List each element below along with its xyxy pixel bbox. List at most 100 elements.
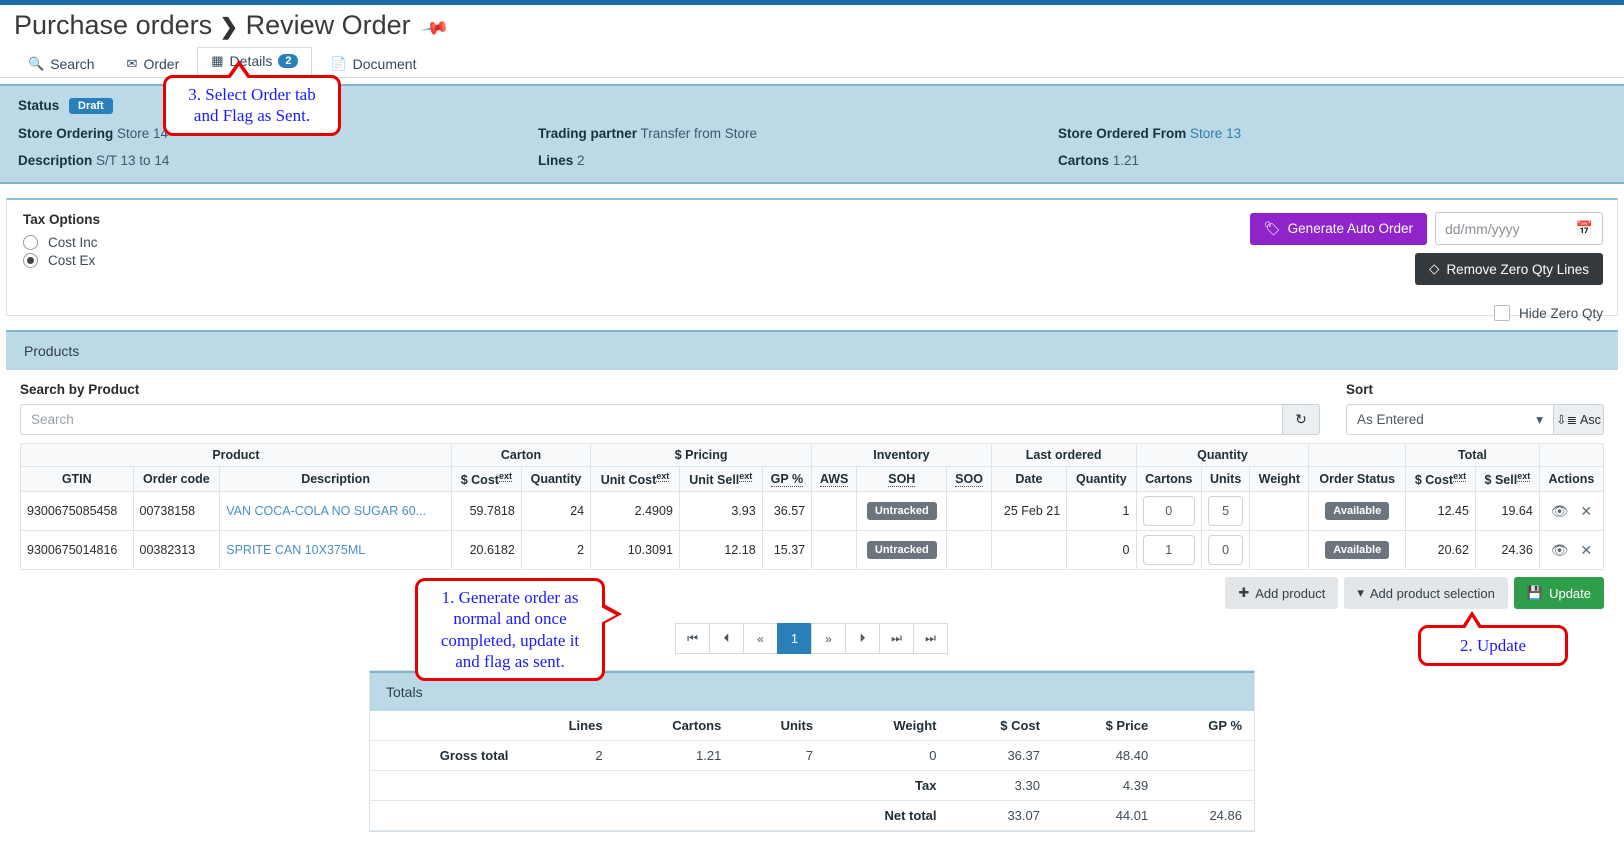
callout-2: 2. Update <box>1418 611 1568 667</box>
col-order-code-label: Order code <box>143 472 210 487</box>
radio-cost-inc-input[interactable] <box>23 235 38 250</box>
totals-gross-units: 7 <box>733 740 826 772</box>
cell-total-cost-ext: 12.45 <box>1405 491 1476 532</box>
products-panel-body: Search by Product Search ↻ Sort As Enter… <box>6 370 1618 655</box>
group-header-pricing: $ Pricing <box>590 443 813 467</box>
refresh-icon[interactable]: ↻ <box>1282 404 1320 435</box>
eye-icon[interactable]: 👁 <box>1551 542 1569 559</box>
update-label: Update <box>1549 585 1591 601</box>
pager-next-page[interactable]: ⏵ <box>845 623 880 655</box>
totals-tax-label <box>370 770 521 802</box>
tab-document[interactable]: 📄 Document <box>316 50 430 78</box>
cell-qty-cartons[interactable]: 1 <box>1135 530 1203 571</box>
tab-search[interactable]: 🔍 Search <box>14 50 109 78</box>
auto-order-date-input[interactable]: dd/mm/yyyy 📅 <box>1435 212 1603 245</box>
update-button[interactable]: 💾 Update <box>1513 577 1604 610</box>
totals-col-cartons: Cartons <box>614 711 734 742</box>
col-qty-units[interactable]: Units <box>1201 465 1251 493</box>
totals-tax-cost: 3.30 <box>948 770 1052 802</box>
col-weight[interactable]: Weight <box>1249 465 1310 493</box>
cell-qty-units[interactable]: 5 <box>1201 491 1251 532</box>
sort-direction-button[interactable]: ⇩≣ Asc <box>1554 404 1604 435</box>
cell-carton-quantity: 24 <box>520 491 592 532</box>
cell-description[interactable]: SPRITE CAN 10X375ML <box>219 530 452 571</box>
store-ordered-from-label: Store Ordered From <box>1058 126 1187 141</box>
callout-3-text: 3. Select Order tab and Flag as Sent. <box>188 85 316 126</box>
totals-col-cost: $ Cost <box>948 711 1052 742</box>
qty-cartons-input[interactable]: 1 <box>1142 535 1196 566</box>
cell-qty-cartons[interactable]: 0 <box>1135 491 1203 532</box>
pager-prev[interactable]: « <box>743 623 778 655</box>
table-row[interactable]: 9300675014816 00382313 SPRITE CAN 10X375… <box>20 530 1605 571</box>
cell-soo <box>946 491 992 532</box>
tax-options-panel: Tax Options Cost Inc Cost Ex 🏷 Generate … <box>6 198 1618 321</box>
col-unit-cost-ext[interactable]: Unit Costext <box>590 465 680 493</box>
radio-cost-ex-input[interactable] <box>23 253 38 268</box>
table-row[interactable]: 9300675085458 00738158 VAN COCA-COLA NO … <box>20 491 1605 532</box>
trading-partner-field: Trading partner Transfer from Store <box>538 126 1058 141</box>
generate-auto-order-button[interactable]: 🏷 Generate Auto Order <box>1249 212 1427 245</box>
qty-units-input[interactable]: 5 <box>1208 496 1244 527</box>
breadcrumb-parent[interactable]: Purchase orders <box>14 10 212 40</box>
tab-document-label: Document <box>352 56 417 72</box>
col-last-date[interactable]: Date <box>990 465 1068 493</box>
product-search-input[interactable]: Search <box>20 404 1282 435</box>
callout-1-text: 1. Generate order as normal and once com… <box>440 588 580 671</box>
pager-first[interactable]: ⏮ <box>675 623 710 655</box>
pager-next[interactable]: » <box>811 623 846 655</box>
hide-zero-qty-checkbox[interactable] <box>1493 305 1510 321</box>
col-aws[interactable]: AWS <box>811 465 858 493</box>
col-total-sell-ext[interactable]: $ Sellext <box>1474 465 1540 493</box>
store-ordered-from-value[interactable]: Store 13 <box>1190 126 1241 141</box>
qty-cartons-input[interactable]: 0 <box>1142 496 1196 527</box>
col-qty-units-label: Units <box>1210 472 1242 487</box>
cell-aws <box>811 491 858 532</box>
product-link[interactable]: VAN COCA-COLA NO SUGAR 60... <box>226 504 426 518</box>
col-gtin-label: GTIN <box>61 472 92 487</box>
cell-aws <box>811 530 858 571</box>
pager-page-1[interactable]: 1 <box>777 623 812 655</box>
col-soo[interactable]: SOO <box>946 465 992 493</box>
col-carton-quantity[interactable]: Quantity <box>520 465 592 493</box>
col-unit-sell-ext[interactable]: Unit Sellext <box>678 465 763 493</box>
tag-icon: 🏷 <box>1263 220 1281 236</box>
pager-last[interactable]: ⏭ <box>879 623 914 655</box>
pin-icon[interactable]: 📌 <box>416 7 455 49</box>
cell-soo <box>946 530 992 571</box>
pager-very-last[interactable]: ⏭ <box>913 623 948 655</box>
tab-order[interactable]: ✉ Order <box>113 50 194 78</box>
col-gp-pct[interactable]: GP % <box>761 465 813 493</box>
col-soh[interactable]: SOH <box>856 465 948 493</box>
col-last-quantity[interactable]: Quantity <box>1066 465 1137 493</box>
col-cost-ext[interactable]: $ Costext <box>450 465 522 493</box>
cell-description[interactable]: VAN COCA-COLA NO SUGAR 60... <box>219 491 452 532</box>
eye-icon[interactable]: 👁 <box>1551 503 1569 520</box>
cell-unit-sell-ext: 3.93 <box>678 491 763 532</box>
product-link[interactable]: SPRITE CAN 10X375ML <box>226 543 365 557</box>
totals-row-tax: Tax 3.30 4.39 <box>370 770 1254 802</box>
calendar-icon[interactable]: 📅 <box>1576 220 1593 237</box>
callout-2-text: 2. Update <box>1459 636 1527 655</box>
add-product-selection-button[interactable]: ▾ Add product selection <box>1344 577 1508 610</box>
callout-1-tail-inner <box>601 607 616 623</box>
col-description[interactable]: Description <box>219 465 452 493</box>
remove-zero-qty-lines-button[interactable]: ◇ Remove Zero Qty Lines <box>1415 253 1603 285</box>
cell-qty-units[interactable]: 0 <box>1201 530 1251 571</box>
totals-net-weight: Net total <box>825 800 949 832</box>
col-order-code[interactable]: Order code <box>132 465 221 493</box>
pager-prev-page[interactable]: ⏴ <box>709 623 744 655</box>
totals-gross-lines: 2 <box>520 740 615 772</box>
close-icon[interactable]: ✕ <box>1580 503 1592 520</box>
qty-units-input[interactable]: 0 <box>1208 535 1244 566</box>
sort-select[interactable]: As Entered ▾ <box>1346 404 1554 435</box>
add-product-button[interactable]: ✚ Add product <box>1225 577 1339 610</box>
col-order-status[interactable]: Order Status <box>1308 465 1407 493</box>
hide-zero-qty-row[interactable]: Hide Zero Qty <box>1083 305 1603 321</box>
grid-icon: ▦ <box>211 53 224 68</box>
col-total-cost-ext[interactable]: $ Costext <box>1405 465 1476 493</box>
close-icon[interactable]: ✕ <box>1580 542 1592 559</box>
ext-sup-3: ext <box>739 471 753 482</box>
col-qty-cartons[interactable]: Cartons <box>1135 465 1203 493</box>
col-gtin[interactable]: GTIN <box>20 465 134 493</box>
tab-details[interactable]: ▦ Details 2 <box>197 47 313 78</box>
